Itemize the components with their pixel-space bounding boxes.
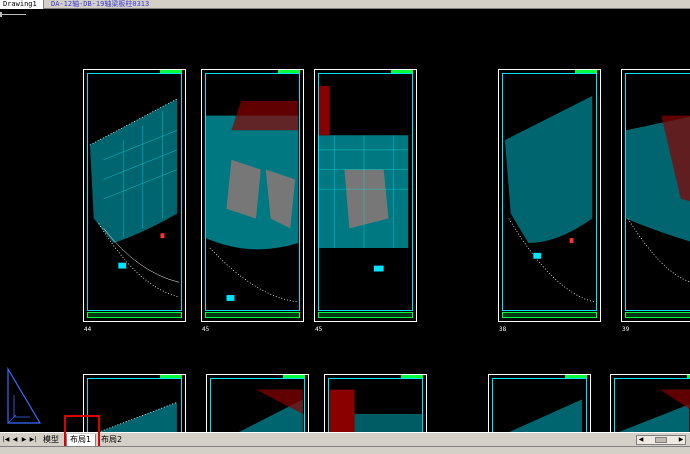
sheet-title-block [625,312,690,318]
floorplan-drawing [625,115,690,283]
sheet-number: 38 [499,326,507,333]
floorplan-drawing [89,98,180,298]
floorplan-drawing [239,389,303,432]
floorplan-drawing [618,389,690,432]
prev-layout-icon[interactable]: ◀ [11,435,19,444]
sheet-number: 39 [622,326,630,333]
tab-model[interactable]: 模型 [40,434,66,446]
scroll-right-icon[interactable]: ▶ [677,436,685,444]
floorplan-drawing [318,86,409,272]
sheet-38[interactable]: 38 [498,69,601,333]
sheet-bottom-5[interactable] [610,374,690,432]
sheet-bottom-3[interactable] [324,374,427,432]
sheet-title-block [502,312,597,318]
tab-layout1[interactable]: 布局1 [66,434,96,446]
ucs-icon [7,366,42,424]
layout-tab-bar: |◀ ◀ ▶ ▶| 模型 布局1 布局2 ◀ ▶ [0,432,690,446]
floorplan-drawing [509,399,582,432]
sheet-title-block [205,312,300,318]
doc-tab-floorplan[interactable]: DA-12轴-DB-19轴梁板柱0313 [48,0,152,9]
document-tab-bar: Drawing1 DA-12轴-DB-19轴梁板柱0313 [0,0,690,9]
sheet-44[interactable]: 44 [83,69,186,333]
first-layout-icon[interactable]: |◀ [2,435,10,444]
floorplan-drawing [205,100,299,303]
next-layout-icon[interactable]: ▶ [20,435,28,444]
status-bar [0,446,690,454]
floorplan-drawing [98,401,178,432]
floorplan-drawing [329,389,423,432]
sheet-number: 45 [315,326,323,333]
scale-marker [0,12,26,18]
horizontal-scrollbar[interactable]: ◀ ▶ [636,435,686,445]
sheet-number: 45 [202,326,210,333]
sheet-bottom-1[interactable] [83,374,186,432]
scroll-left-icon[interactable]: ◀ [637,436,645,444]
scroll-thumb[interactable] [655,437,667,443]
drawing-canvas[interactable]: 44 45 45 38 39 [0,10,690,432]
doc-tab-drawing1[interactable]: Drawing1 [0,0,44,9]
sheet-number: 44 [84,326,92,333]
sheet-bottom-4[interactable] [488,374,591,432]
tab-layout2[interactable]: 布局2 [98,434,128,446]
last-layout-icon[interactable]: ▶| [29,435,37,444]
sheet-39[interactable]: 39 [621,69,690,333]
floorplan-drawing [504,95,595,303]
sheet-title-block [318,312,413,318]
sheet-title-block [87,312,182,318]
sheet-bottom-2[interactable] [206,374,309,432]
sheet-45a[interactable]: 45 [201,69,304,333]
sheet-45b[interactable]: 45 [314,69,417,333]
